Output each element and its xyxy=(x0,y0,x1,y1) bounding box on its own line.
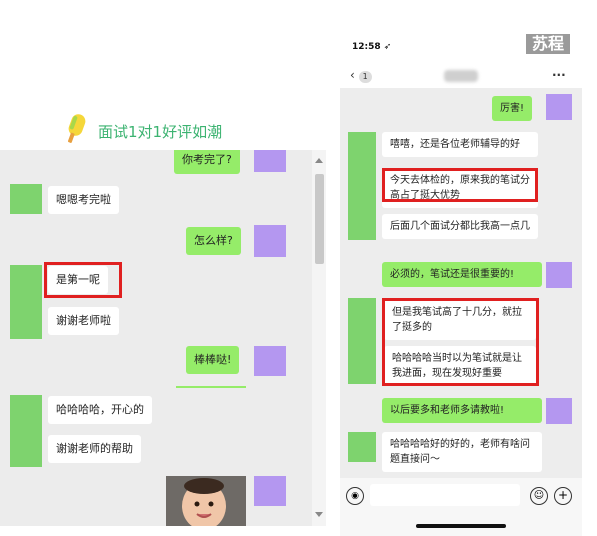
highlight-box xyxy=(382,298,539,386)
message-bubble: 厉害! xyxy=(492,96,533,121)
plus-icon[interactable]: + xyxy=(554,487,572,505)
avatar xyxy=(546,398,572,424)
home-indicator xyxy=(416,524,506,528)
scroll-thumb[interactable] xyxy=(315,174,324,264)
message-bubble: 哈哈哈哈，开心的 xyxy=(48,396,152,424)
watermark: 苏程 xyxy=(526,34,571,54)
phone-chat-area: 厉害! 嘻嘻，还是各位老师辅导的好 今天去体检的，原来我的笔试分高占了挺大优势 … xyxy=(340,88,582,508)
contact-name-blurred xyxy=(444,70,478,82)
message-bubble: 以后要多和老师多请教啦! xyxy=(382,398,542,423)
avatar xyxy=(10,184,42,214)
avatar xyxy=(254,150,286,172)
back-button[interactable]: ‹ 1 xyxy=(350,68,372,83)
scroll-up-icon[interactable] xyxy=(315,158,323,163)
location-icon: ➶ xyxy=(380,42,392,52)
message-bubble: 后面几个面试分都比我高一点几 xyxy=(382,214,538,239)
message-bubble: 棒棒哒! xyxy=(186,346,240,374)
left-chat-panel: 你考完了? 嗯嗯考完啦 怎么样? 是第一呢 谢谢老师啦 棒棒哒! 哈哈哈哈，开心… xyxy=(0,150,326,526)
message-bubble: 嗯嗯考完啦 xyxy=(48,186,119,214)
avatar xyxy=(254,225,286,257)
message-bubble: 怎么样? xyxy=(186,227,241,255)
baby-photo xyxy=(166,476,246,526)
more-button[interactable]: ··· xyxy=(552,68,566,82)
page-heading: 面试1对1好评如潮 xyxy=(98,123,223,141)
avatar xyxy=(10,395,42,467)
voice-icon[interactable]: ◉ xyxy=(346,487,364,505)
avatar xyxy=(348,298,376,384)
highlight-box xyxy=(382,168,538,202)
avatar xyxy=(348,132,376,240)
message-bubble: 嘻嘻，还是各位老师辅导的好 xyxy=(382,132,538,157)
message-bubble: 必须的，笔试还是很重要的! xyxy=(382,262,542,287)
message-bubble: 谢谢老师的帮助 xyxy=(48,435,141,463)
message-bubble: 哈哈哈哈好的好的，老师有啥问题直接问～ xyxy=(382,432,542,472)
scroll-down-icon[interactable] xyxy=(315,512,323,517)
emoji-icon[interactable]: ☺ xyxy=(530,487,548,505)
avatar xyxy=(348,432,376,462)
avatar xyxy=(10,265,42,339)
chevron-left-icon: ‹ xyxy=(350,68,355,82)
avatar xyxy=(254,346,286,376)
highlight-box xyxy=(44,262,122,298)
unread-badge: 1 xyxy=(358,71,372,83)
input-bar: ◉ ☺ + xyxy=(340,478,582,514)
avatar xyxy=(546,94,572,120)
phone-screenshot: 12:58 ➶ 苏程 ‹ 1 ··· 厉害! 嘻嘻，还是各位老师辅导的好 今天去… xyxy=(340,30,582,536)
popsicle-icon xyxy=(62,112,92,146)
divider xyxy=(176,386,246,388)
message-bubble: 你考完了? xyxy=(174,150,240,174)
message-bubble: 谢谢老师啦 xyxy=(48,307,119,335)
scrollbar[interactable] xyxy=(312,150,326,526)
status-time: 12:58 ➶ xyxy=(352,42,392,52)
avatar xyxy=(254,476,286,506)
avatar xyxy=(546,262,572,288)
message-input[interactable] xyxy=(370,484,520,506)
